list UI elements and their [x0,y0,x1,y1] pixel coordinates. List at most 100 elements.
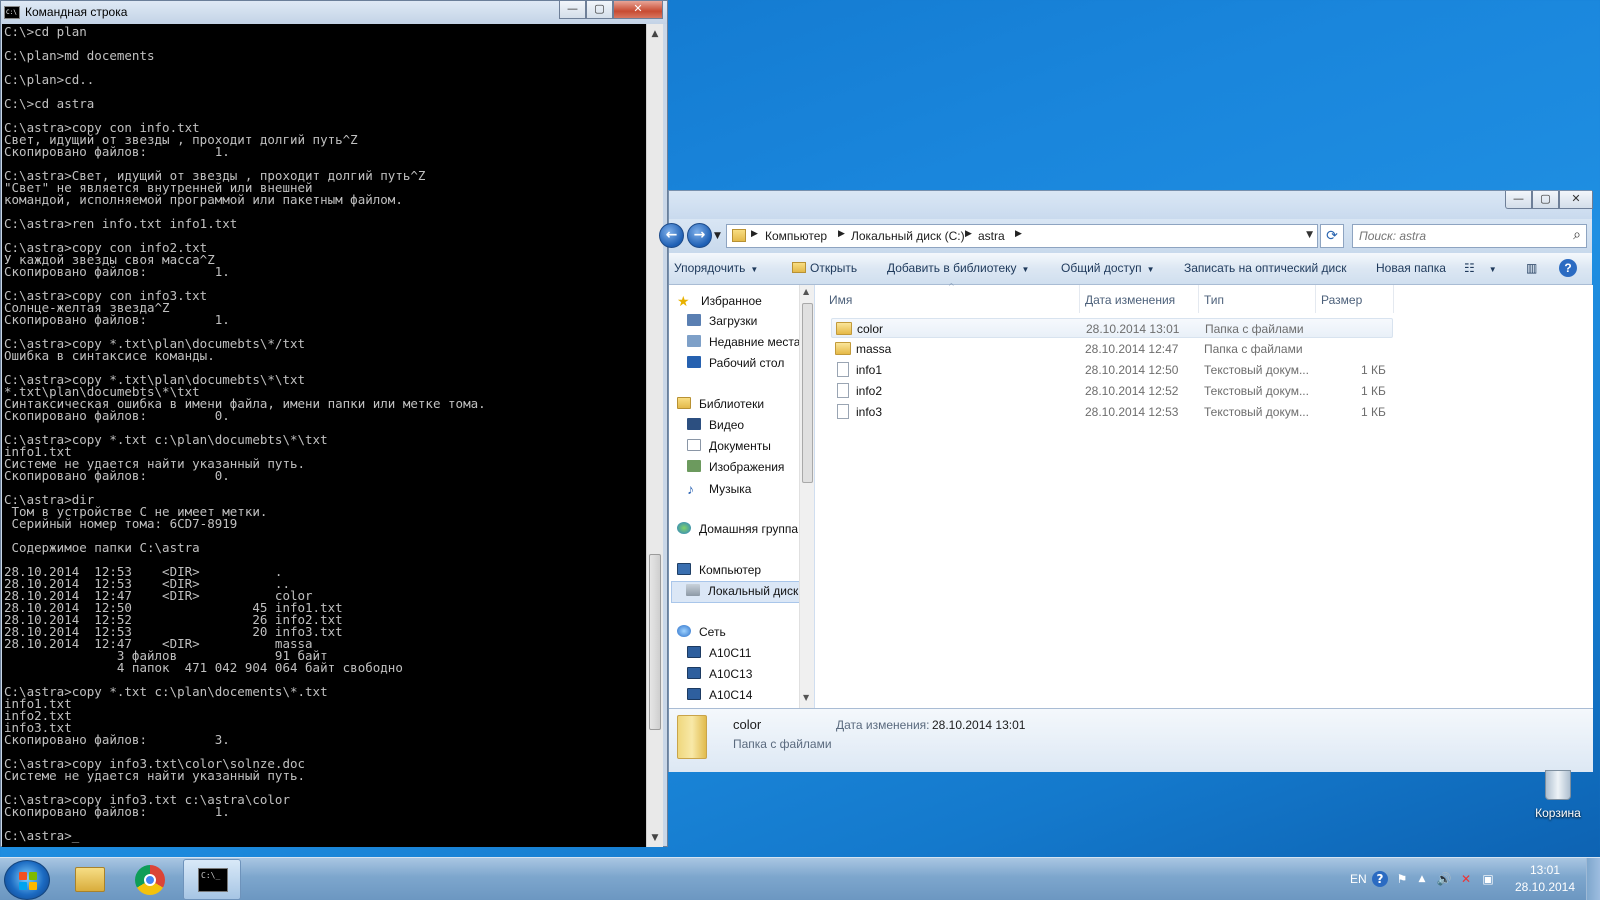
nav-computer[interactable]: Компьютер [677,563,761,577]
column-header-name[interactable]: Имя [829,293,852,307]
navigation-pane-scrollbar[interactable]: ▲ ▼ [799,285,814,708]
organize-button[interactable]: Упорядочить ▼ [674,261,758,275]
close-button[interactable]: ✕ [613,1,663,19]
nav-video[interactable]: Видео [687,418,744,432]
column-separator[interactable] [1393,285,1394,313]
flag-icon[interactable]: ⚑ [1394,871,1410,887]
open-button[interactable]: Открыть [792,261,857,275]
chevron-down-icon: ▼ [750,265,759,274]
add-to-library-label: Добавить в библиотеку [887,261,1017,275]
nav-libraries[interactable]: Библиотеки [677,397,764,411]
burn-button[interactable]: Записать на оптический диск [1184,261,1347,275]
taskbar-explorer-button[interactable] [60,859,118,900]
file-row-massa[interactable]: massa 28.10.2014 12:47 Папка с файлами [831,339,1393,359]
file-row-color[interactable]: color 28.10.2014 13:01 Папка с файлами [831,318,1393,338]
breadcrumb-local-disk[interactable]: Локальный диск (C:) [851,229,965,243]
breadcrumb-computer[interactable]: Компьютер [765,229,827,243]
explorer-maximize-button[interactable]: ▢ [1532,191,1559,209]
forward-button[interactable]: → [687,223,712,248]
console-scrollbar[interactable]: ▲ ▼ [646,24,663,847]
file-date: 28.10.2014 12:47 [1085,342,1179,356]
nav-local-disk[interactable]: Локальный диск [671,581,799,603]
breadcrumb-astra[interactable]: astra [978,229,1005,243]
preview-pane-button[interactable]: ▥ [1526,261,1537,275]
nav-downloads[interactable]: Загрузки [687,314,757,328]
maximize-button[interactable]: ▢ [586,1,613,19]
view-options-button[interactable]: ☷ ▼ [1464,261,1497,275]
search-icon[interactable]: ⌕ [1573,227,1581,243]
explorer-close-button[interactable]: ✕ [1559,191,1593,209]
search-input[interactable] [1359,228,1559,244]
file-row-info1[interactable]: info1 28.10.2014 12:50 Текстовый докум..… [831,360,1393,380]
breadcrumb-arrow-icon[interactable]: ▶ [838,229,845,239]
scroll-up-icon[interactable]: ▲ [647,26,663,42]
windows-logo-icon [19,872,37,890]
nav-images[interactable]: Изображения [687,460,784,474]
cmd-window[interactable]: C:\ Командная строка — ▢ ✕ C:\>cd plan C… [0,0,668,847]
new-folder-button[interactable]: Новая папка [1376,261,1446,275]
scroll-down-icon[interactable]: ▼ [803,693,809,702]
add-to-library-button[interactable]: Добавить в библиотеку ▼ [887,261,1029,275]
nav-downloads-label: Загрузки [709,314,758,328]
start-button[interactable] [4,860,50,900]
recent-pages-dropdown-icon[interactable]: ▼ [714,231,721,241]
cmd-icon: C:\_ [198,868,228,892]
nav-recent[interactable]: Недавние места [687,335,799,349]
nav-documents[interactable]: Документы [687,439,771,453]
help-icon[interactable]: ? [1559,259,1577,277]
show-desktop-button[interactable] [1586,858,1600,900]
minimize-button[interactable]: — [559,1,586,19]
column-header-size[interactable]: Размер [1321,293,1362,307]
breadcrumb-arrow-icon[interactable]: ▶ [965,229,972,239]
nav-desktop[interactable]: Рабочий стол [687,356,784,370]
nav-recent-label: Недавние места [709,335,799,349]
language-indicator[interactable]: EN [1350,872,1367,886]
scroll-up-icon[interactable]: ▲ [803,287,809,296]
taskbar-cmd-button[interactable]: C:\_ [183,859,241,900]
navigation-pane[interactable]: ★ Избранное Загрузки Недавние места Рабоч… [669,285,799,708]
file-list[interactable]: ^ Имя Дата изменения Тип Размер color 28… [815,282,1593,708]
column-header-date[interactable]: Дата изменения [1085,293,1175,307]
network-error-icon[interactable]: ✕ [1458,871,1474,887]
nav-music[interactable]: ♪ Музыка [687,481,751,497]
search-box[interactable]: ⌕ [1352,224,1587,248]
share-button[interactable]: Общий доступ ▼ [1061,261,1155,275]
column-separator[interactable] [1315,285,1316,313]
column-separator[interactable] [1198,285,1199,313]
explorer-window[interactable]: — ▢ ✕ ← → ▼ ▶ Компьютер ▶ Локальный диск… [659,190,1593,772]
refresh-button[interactable]: ⟳ [1320,224,1344,248]
nav-pc-a10c11[interactable]: A10C11 [687,646,751,660]
file-row-info3[interactable]: info3 28.10.2014 12:53 Текстовый докум..… [831,402,1393,422]
taskbar-chrome-button[interactable] [121,859,179,900]
nav-network[interactable]: Сеть [677,625,726,639]
column-header-type[interactable]: Тип [1204,293,1224,307]
nav-favorites[interactable]: ★ Избранное [677,293,762,310]
file-row-info2[interactable]: info2 28.10.2014 12:52 Текстовый докум..… [831,381,1393,401]
explorer-titlebar[interactable]: — ▢ ✕ [669,191,1593,219]
show-hidden-icons-icon[interactable]: ▲ [1414,871,1430,887]
explorer-minimize-button[interactable]: — [1505,191,1532,209]
console-output-area[interactable]: C:\>cd plan C:\plan>md docements C:\plan… [2,24,646,847]
text-document-icon [837,383,849,398]
volume-icon[interactable]: 🔊 [1436,871,1452,887]
breadcrumb-arrow-icon[interactable]: ▶ [751,229,758,239]
nav-pc-a10c14[interactable]: A10C14 [687,688,752,702]
recycle-bin-shortcut[interactable]: Корзина [1520,770,1596,820]
address-dropdown-icon[interactable]: ▼ [1306,230,1313,240]
nav-local-disk-label: Локальный диск [708,584,799,598]
scrollbar-thumb[interactable] [649,554,661,730]
nav-homegroup[interactable]: Домашняя группа [677,522,798,536]
scroll-down-icon[interactable]: ▼ [647,830,663,846]
clock[interactable]: 13:01 28.10.2014 [1510,862,1580,896]
scrollbar-thumb[interactable] [802,303,813,483]
column-separator[interactable] [1079,285,1080,313]
back-button[interactable]: ← [659,223,684,248]
address-bar[interactable]: ▶ Компьютер ▶ Локальный диск (C:) ▶ astr… [726,224,1318,248]
nav-homegroup-label: Домашняя группа [699,522,799,536]
nav-pc-a10c13[interactable]: A10C13 [687,667,752,681]
action-center-icon[interactable]: ▣ [1480,871,1496,887]
breadcrumb-arrow-icon[interactable]: ▶ [1015,229,1022,239]
sort-indicator-icon: ^ [948,282,955,291]
help-icon[interactable]: ? [1372,871,1388,887]
cmd-titlebar[interactable]: C:\ Командная строка — ▢ ✕ [1,1,667,24]
